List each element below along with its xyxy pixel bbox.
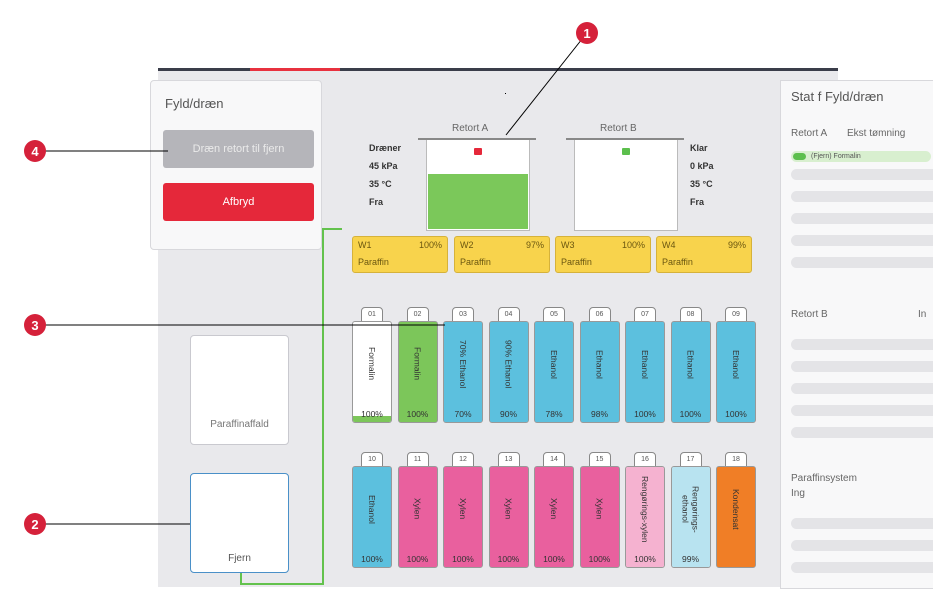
callout-3: 3 xyxy=(24,314,46,336)
callout-leaders xyxy=(34,33,587,525)
callout-4: 4 xyxy=(24,140,46,162)
callout-2: 2 xyxy=(24,513,46,535)
callout-1: 1 xyxy=(576,22,598,44)
callout-leader-1 xyxy=(505,33,587,136)
